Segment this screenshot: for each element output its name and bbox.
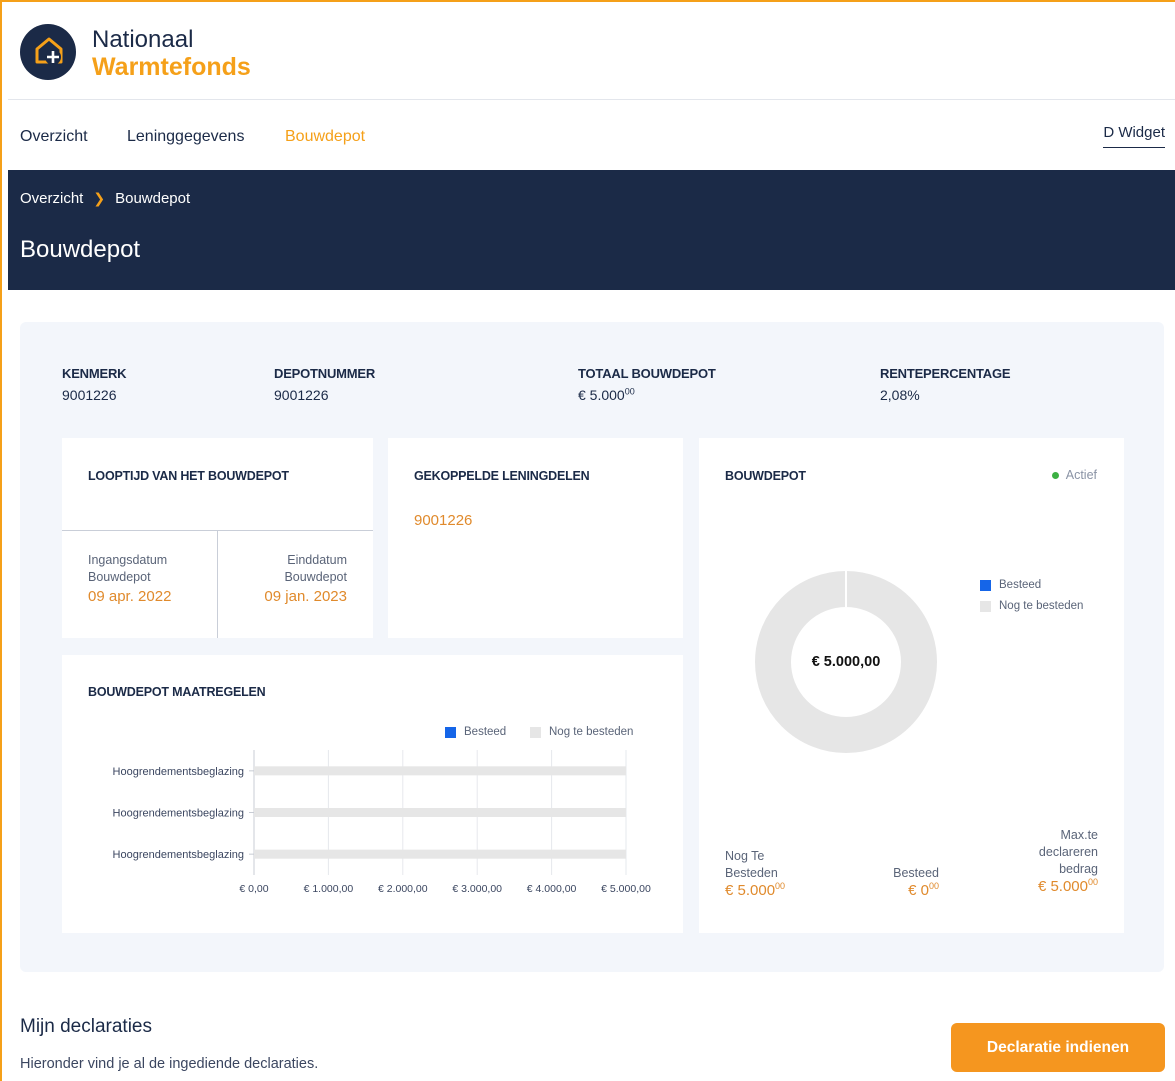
rente-label: RENTEPERCENTAGE [880, 366, 1011, 381]
max-declareren-stat: Max.te declareren bedrag € 5.00000 [1038, 827, 1098, 895]
donut-legend-besteed[interactable]: Besteed [980, 579, 1041, 591]
totaal-cents: 00 [624, 386, 635, 397]
stat-amount: € 5.000 [1037, 878, 1088, 895]
declaraties-title: Mijn declaraties [20, 1016, 152, 1037]
donut-title: BOUWDEPOT [725, 469, 806, 483]
x-tick-label: € 0,00 [239, 883, 268, 895]
x-tick-label: € 4.000,00 [527, 883, 577, 895]
besteed-stat: Besteed € 000 [859, 865, 939, 899]
page-header-band: Overzicht ❯ Bouwdepot Bouwdepot [8, 170, 1175, 290]
stat-label: bedrag [1059, 862, 1098, 876]
kenmerk-field: KENMERK 9001226 [62, 366, 127, 403]
einddatum-label-1: Einddatum [287, 553, 347, 567]
page-title: Bouwdepot [20, 236, 141, 263]
bar-nog-te-besteden [254, 849, 626, 859]
status-text: Actief [1065, 468, 1097, 482]
nog-te-besteden-stat: Nog Te Besteden € 5.00000 [725, 848, 785, 899]
nav-overzicht[interactable]: Overzicht [20, 128, 88, 146]
main-nav: Overzicht Leninggegevens Bouwdepot D Wid… [8, 100, 1175, 170]
x-tick-label: € 5.000,00 [601, 883, 651, 895]
einddatum-value: 09 jan. 2023 [264, 588, 347, 605]
looptijd-title: LOOPTIJD VAN HET BOUWDEPOT [88, 469, 289, 483]
depotnummer-label: DEPOTNUMMER [274, 366, 376, 381]
stat-cents: 00 [928, 881, 939, 891]
stat-cents: 00 [1087, 877, 1098, 887]
einddatum-block: Einddatum Bouwdepot 09 jan. 2023 [264, 552, 347, 605]
ingangsdatum-value: 09 apr. 2022 [88, 588, 172, 605]
maatregelen-card: BOUWDEPOT MAATREGELEN Besteed Nog te bes… [62, 655, 683, 933]
stat-label: Max.te [1060, 828, 1098, 842]
legend-label: Besteed [999, 579, 1042, 591]
stat-label: Besteden [725, 866, 778, 880]
brand-line-2: Warmtefonds [92, 53, 251, 81]
looptijd-card: LOOPTIJD VAN HET BOUWDEPOT Ingangsdatum … [62, 438, 373, 638]
stat-label: Besteed [893, 866, 939, 880]
bar-nog-te-besteden [254, 808, 626, 817]
nav-bouwdepot[interactable]: Bouwdepot [285, 128, 365, 146]
legend-swatch-grey [980, 600, 991, 612]
stat-amount: € 5.000 [725, 882, 776, 899]
bouwdepot-donut-card: BOUWDEPOT Actief € 5.000,00 Besteed Nog … [699, 438, 1124, 933]
divider [217, 530, 218, 638]
brand-name[interactable]: Nationaal Warmtefonds [92, 26, 251, 80]
bouwdepot-panel: KENMERK 9001226 DEPOTNUMMER 9001226 TOTA… [20, 322, 1164, 972]
nav-leninggegevens[interactable]: Leninggegevens [127, 128, 244, 146]
y-tick-label: Hoogrendementsbeglazing [113, 849, 244, 861]
gekoppelde-value[interactable]: 9001226 [414, 512, 472, 529]
stat-cents: 00 [775, 881, 786, 891]
legend-swatch-blue [980, 579, 991, 591]
x-tick-label: € 1.000,00 [304, 883, 354, 895]
depotnummer-field: DEPOTNUMMER 9001226 [274, 366, 375, 403]
donut-legend-nog[interactable]: Nog te besteden [980, 600, 1083, 612]
stat-value: € 5.00000 [725, 881, 786, 900]
ingangsdatum-label-1: Ingangsdatum [88, 553, 168, 567]
legend-label: Nog te besteden [999, 600, 1084, 612]
y-tick-label: Hoogrendementsbeglazing [113, 766, 244, 778]
gekoppelde-title: GEKOPPELDE LENINGDELEN [414, 469, 590, 483]
house-plus-logo-icon[interactable] [20, 24, 76, 80]
kenmerk-label: KENMERK [62, 366, 127, 381]
chevron-right-icon: ❯ [93, 190, 106, 206]
totaal-amount: € 5.000 [578, 387, 625, 403]
breadcrumb-current: Bouwdepot [115, 190, 191, 207]
totaal-value: € 5.00000 [578, 387, 716, 403]
ingangsdatum-block: Ingangsdatum Bouwdepot 09 apr. 2022 [88, 552, 171, 605]
x-tick-label: € 2.000,00 [378, 883, 428, 895]
ingangsdatum-label-2: Bouwdepot [88, 570, 151, 584]
declaratie-indienen-button[interactable]: Declaratie indienen [951, 1023, 1165, 1072]
donut-center-value: € 5.000,00 [811, 654, 881, 670]
stat-value: € 5.00000 [1037, 877, 1098, 896]
user-menu-link[interactable]: D Widget [1103, 124, 1165, 148]
status-dot-icon [1051, 471, 1059, 479]
depotnummer-value: 9001226 [274, 387, 329, 403]
stat-label: declareren [1038, 845, 1098, 859]
site-header: Nationaal Warmtefonds [8, 2, 1175, 100]
stat-amount: € 0 [908, 882, 929, 899]
breadcrumb-home[interactable]: Overzicht [20, 190, 83, 207]
declaraties-subtitle: Hieronder vind je al de ingediende decla… [20, 1056, 319, 1072]
totaal-bouwdepot-field: TOTAAL BOUWDEPOT € 5.00000 [578, 366, 716, 403]
kenmerk-value: 9001226 [62, 387, 117, 403]
einddatum-label-2: Bouwdepot [284, 570, 347, 584]
bar-nog-te-besteden [254, 766, 626, 776]
stat-label: Nog Te [725, 849, 765, 863]
rente-value: 2,08% [880, 387, 920, 403]
brand-line-1: Nationaal [92, 26, 194, 53]
breadcrumb: Overzicht ❯ Bouwdepot [20, 190, 190, 207]
status-badge: Actief [1051, 468, 1097, 482]
maatregelen-bar-chart: Hoogrendementsbeglazing Hoogrendementsbeg… [113, 750, 651, 895]
gekoppelde-leningdelen-card: GEKOPPELDE LENINGDELEN 9001226 [388, 438, 683, 638]
stat-value: € 000 [859, 881, 939, 900]
x-tick-label: € 3.000,00 [452, 883, 502, 895]
rentepercentage-field: RENTEPERCENTAGE 2,08% [880, 366, 1011, 403]
y-tick-label: Hoogrendementsbeglazing [113, 808, 244, 820]
totaal-label: TOTAAL BOUWDEPOT [578, 366, 716, 381]
